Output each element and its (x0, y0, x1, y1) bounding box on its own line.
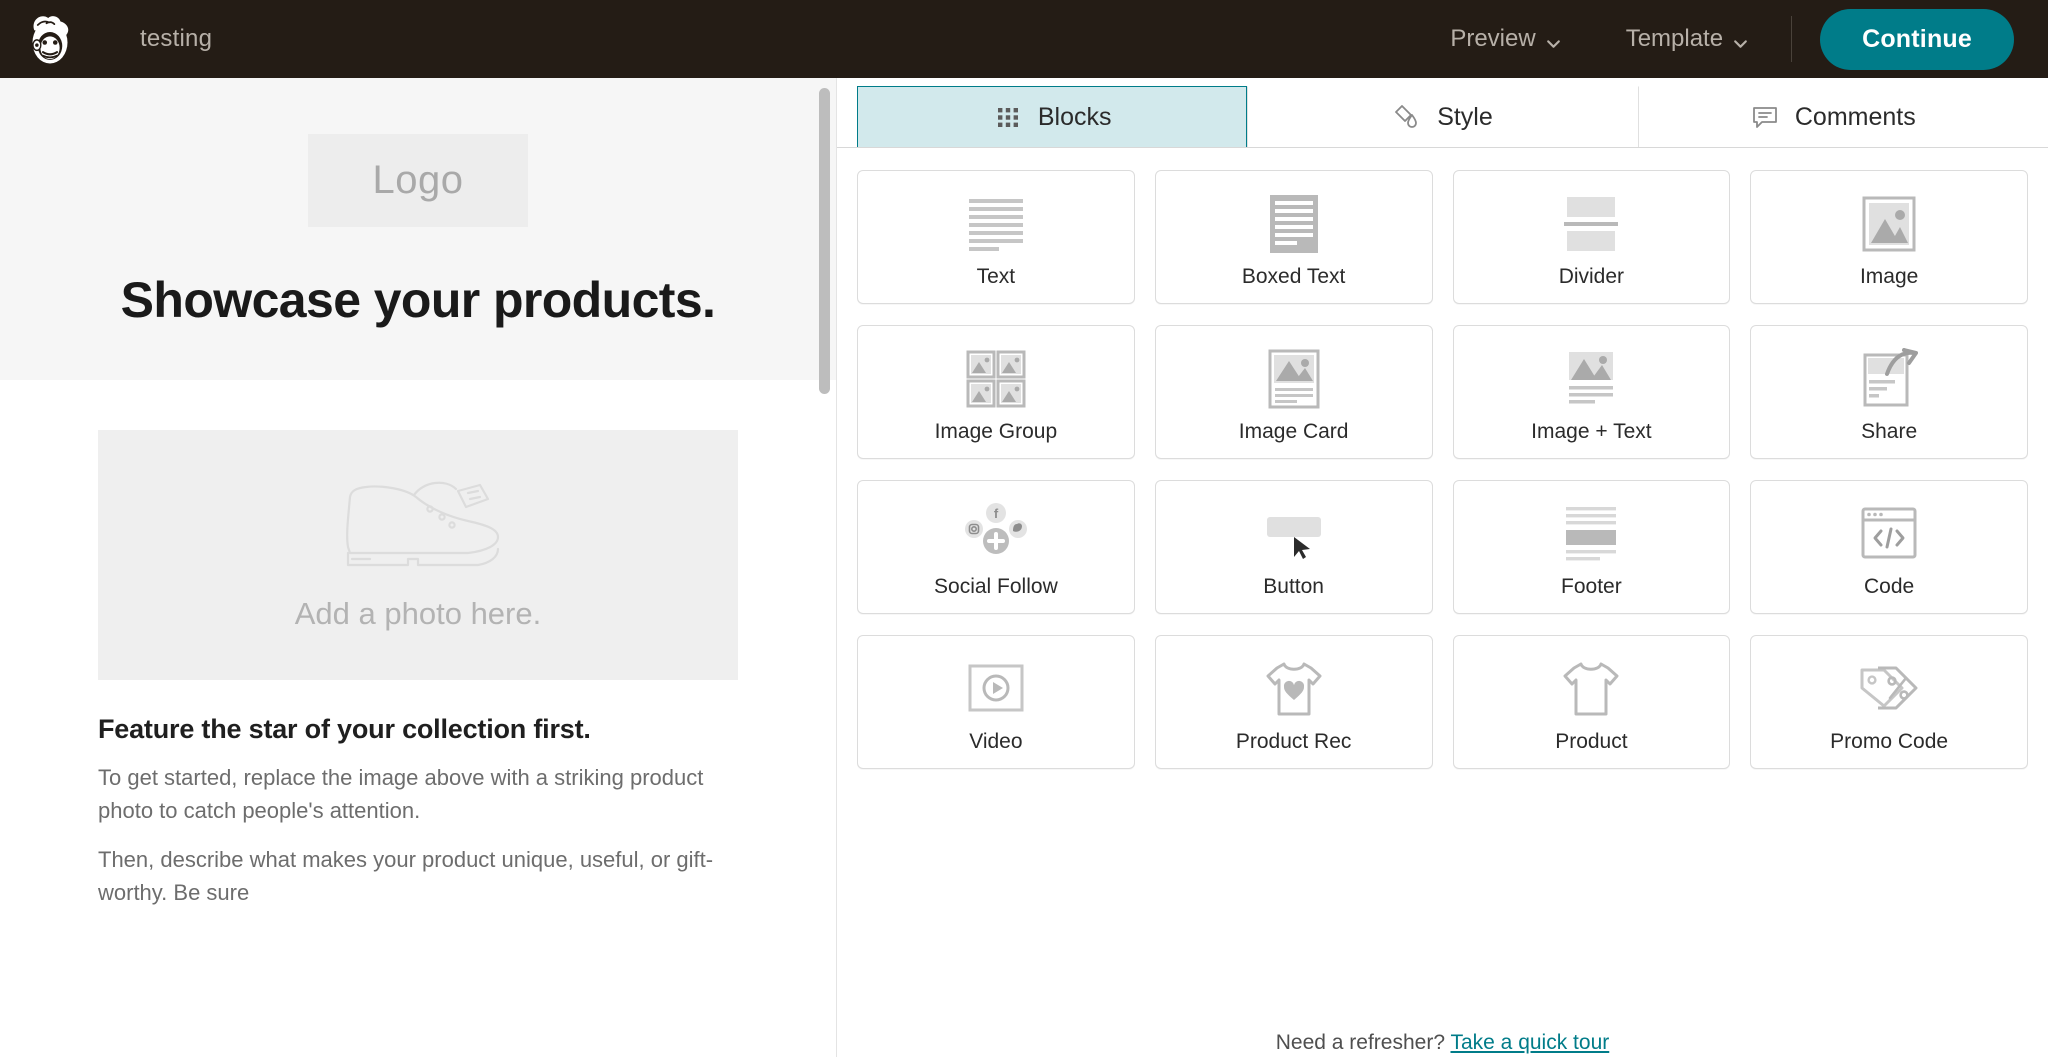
body-sub-heading[interactable]: Feature the star of your collection firs… (98, 714, 738, 745)
mailchimp-freddie-logo-icon[interactable] (22, 11, 78, 67)
block-tile-product[interactable]: Product (1452, 635, 1731, 769)
preview-label: Preview (1450, 25, 1536, 52)
canvas-scrollbar-thumb[interactable] (819, 88, 830, 394)
photo-placeholder-block[interactable]: Add a photo here. (98, 430, 738, 680)
tab-style-label: Style (1437, 102, 1493, 131)
block-label: Image Card (1238, 420, 1349, 443)
block-label: Product Rec (1235, 730, 1352, 753)
blocks-grid: Text Boxed Text Divider Image Image Grou… (857, 170, 2028, 769)
block-tile-product-rec[interactable]: Product Rec (1154, 635, 1433, 769)
body-paragraph-2[interactable]: Then, describe what makes your product u… (98, 844, 738, 909)
tshirt-icon (1556, 652, 1626, 726)
tshirt-heart-icon (1259, 652, 1329, 726)
block-label: Text (976, 265, 1016, 288)
block-label: Video (969, 730, 1023, 753)
block-tile-social-follow[interactable]: f Social Follow (857, 480, 1135, 614)
shoe-illustration-icon (318, 479, 518, 574)
block-tile-share[interactable]: Share (1750, 325, 2028, 459)
image-text-icon (1556, 342, 1626, 416)
image-card-icon (1259, 342, 1329, 416)
block-label: Promo Code (1830, 730, 1949, 753)
tab-comments-label: Comments (1794, 102, 1916, 131)
template-dropdown[interactable]: Template (1608, 17, 1767, 61)
email-canvas-scroll-area: Logo Showcase your products. Add a photo… (0, 78, 836, 1057)
photo-placeholder-label: Add a photo here. (294, 595, 542, 631)
block-label: Product (1555, 730, 1628, 753)
email-body-section: Add a photo here. Feature the star of yo… (0, 380, 836, 910)
campaign-name-label: testing (140, 25, 213, 52)
image-icon (1854, 187, 1924, 261)
body-split: Logo Showcase your products. Add a photo… (0, 78, 2048, 1057)
refresher-note-text: Need a refresher? (1275, 1031, 1446, 1054)
svg-text:f: f (994, 506, 999, 521)
block-label: Share (1861, 420, 1918, 443)
block-tile-image-card[interactable]: Image Card (1154, 325, 1433, 459)
block-tile-image-group[interactable]: Image Group (857, 325, 1135, 459)
blocks-palette-scroll[interactable]: Text Boxed Text Divider Image Image Grou… (837, 148, 2048, 1057)
tab-blocks[interactable]: Blocks (857, 86, 1248, 147)
block-label: Code (1864, 575, 1915, 598)
email-canvas[interactable]: Logo Showcase your products. Add a photo… (0, 78, 836, 1057)
block-tile-button[interactable]: Button (1154, 480, 1433, 614)
image-group-icon (961, 342, 1031, 416)
grid-dots-icon (993, 102, 1023, 132)
block-tile-image[interactable]: Image (1750, 170, 2028, 304)
refresher-note: Need a refresher? Take a quick tour (837, 1031, 2048, 1057)
block-label: Footer (1561, 575, 1622, 598)
hero-title[interactable]: Showcase your products. (0, 271, 836, 329)
topbar-divider (1791, 16, 1793, 62)
block-tile-boxed-text[interactable]: Boxed Text (1154, 170, 1433, 304)
block-label: Boxed Text (1241, 265, 1346, 288)
logo-placeholder[interactable]: Logo (308, 134, 528, 227)
comment-bubble-icon (1750, 102, 1780, 132)
footer-icon (1556, 497, 1626, 571)
top-app-bar: testing Preview Template Continue (0, 0, 2048, 78)
divider-icon (1556, 187, 1626, 261)
chevron-down-icon (1545, 31, 1562, 48)
text-lines-icon (961, 187, 1031, 261)
mailchimp-email-builder: testing Preview Template Continue Logo S… (0, 0, 2048, 1057)
tab-comments[interactable]: Comments (1637, 86, 2028, 147)
hero-section[interactable]: Logo Showcase your products. (0, 78, 836, 380)
template-label: Template (1625, 25, 1724, 52)
preview-dropdown[interactable]: Preview (1432, 17, 1579, 61)
block-tile-promo-code[interactable]: Promo Code (1750, 635, 2028, 769)
block-tile-text[interactable]: Text (857, 170, 1135, 304)
panel-tabs: Blocks Style Comments (837, 78, 2048, 148)
paint-style-icon (1392, 102, 1422, 132)
block-tile-divider[interactable]: Divider (1452, 170, 1731, 304)
button-cursor-icon (1259, 497, 1329, 571)
tab-style[interactable]: Style (1247, 86, 1638, 147)
block-tile-video[interactable]: Video (857, 635, 1135, 769)
promo-tag-icon (1854, 652, 1924, 726)
block-tile-code[interactable]: Code (1750, 480, 2028, 614)
block-label: Social Follow (934, 575, 1058, 598)
block-label: Divider (1558, 265, 1625, 288)
editor-side-panel: Blocks Style Comments Text Boxed Text Di… (836, 78, 2048, 1057)
block-label: Image Group (934, 420, 1058, 443)
tab-blocks-label: Blocks (1037, 102, 1112, 131)
boxed-text-icon (1259, 187, 1329, 261)
block-label: Image + Text (1531, 420, 1652, 443)
take-a-quick-tour-link[interactable]: Take a quick tour (1450, 1031, 1609, 1054)
canvas-vertical-scrollbar[interactable] (819, 78, 830, 1057)
continue-button[interactable]: Continue (1820, 8, 2014, 70)
block-label: Button (1263, 575, 1324, 598)
block-tile-footer[interactable]: Footer (1452, 480, 1731, 614)
social-follow-icon: f (961, 497, 1031, 571)
body-paragraph-1[interactable]: To get started, replace the image above … (98, 762, 738, 827)
code-window-icon (1854, 497, 1924, 571)
share-arrow-icon (1854, 342, 1924, 416)
block-tile-image-text[interactable]: Image + Text (1452, 325, 1731, 459)
chevron-down-icon (1732, 31, 1749, 48)
video-play-icon (961, 652, 1031, 726)
block-label: Image (1859, 265, 1919, 288)
